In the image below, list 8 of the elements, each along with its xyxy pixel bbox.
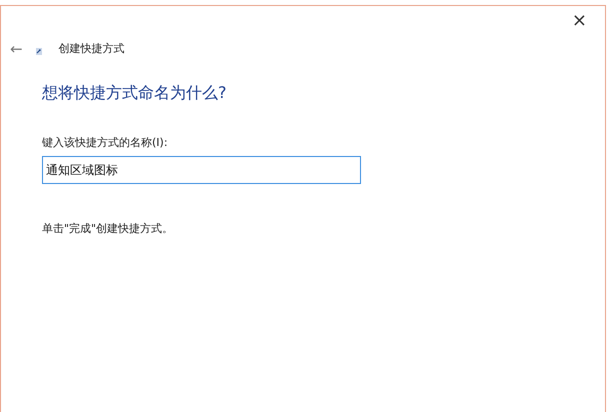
field-label: 键入该快捷方式的名称(I): xyxy=(42,135,168,151)
back-button[interactable]: ← xyxy=(10,39,23,59)
window-title: 创建快捷方式 xyxy=(58,40,125,57)
page-heading: 想将快捷方式命名为什么? xyxy=(42,82,226,104)
instruction-text: 单击"完成"创建快捷方式。 xyxy=(42,220,174,236)
close-button[interactable]: × xyxy=(568,9,591,33)
name-input-field[interactable]: 通知区域图标 xyxy=(42,156,361,184)
shortcut-icon xyxy=(34,46,43,56)
